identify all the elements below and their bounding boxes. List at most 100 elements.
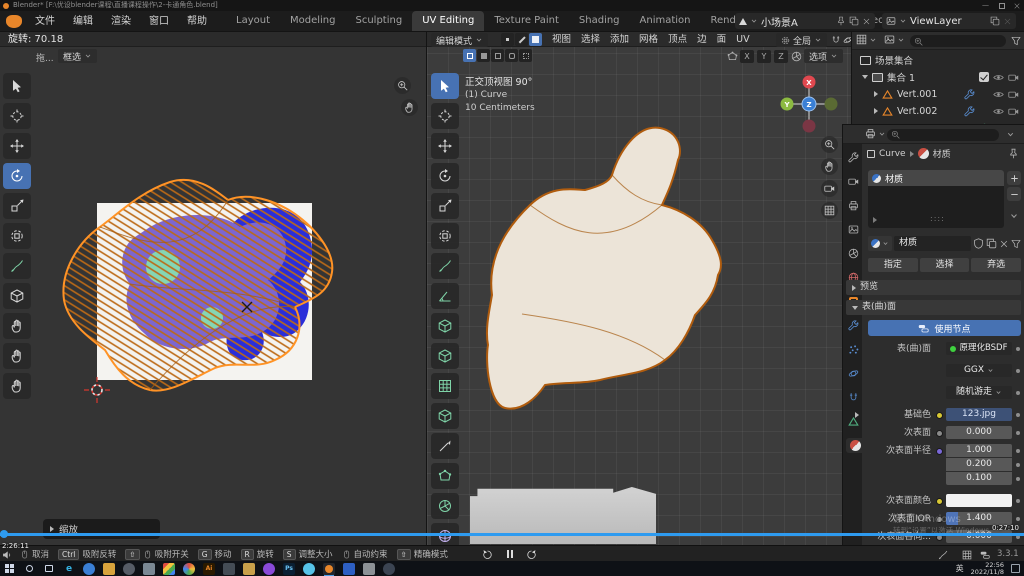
tool-annotate[interactable] bbox=[431, 253, 459, 279]
curve-object[interactable] bbox=[487, 128, 721, 409]
camera-icon[interactable] bbox=[1008, 106, 1019, 117]
menu-uv[interactable]: UV bbox=[731, 32, 754, 47]
animate-dot-icon[interactable] bbox=[1016, 477, 1020, 481]
surface-panel-header[interactable]: 表(曲)面 bbox=[846, 300, 1021, 315]
outliner-filter-mode[interactable] bbox=[884, 34, 905, 45]
pause-icon[interactable] bbox=[507, 550, 513, 558]
tool-inset-faces[interactable] bbox=[431, 373, 459, 399]
select-mode-dropdown[interactable]: 框选 bbox=[58, 49, 97, 63]
chevron-down-icon[interactable] bbox=[1006, 130, 1015, 139]
subsurface-radius-y-slider[interactable]: 0.200 bbox=[946, 458, 1012, 471]
operator-panel[interactable]: 缩放 bbox=[43, 519, 160, 539]
menu-help[interactable]: 帮助 bbox=[178, 11, 216, 32]
tool-scale[interactable] bbox=[3, 193, 31, 219]
menu-render[interactable]: 渲染 bbox=[102, 11, 140, 32]
tab-texture-paint[interactable]: Texture Paint bbox=[484, 11, 569, 31]
edge-select-icon[interactable] bbox=[515, 33, 528, 46]
breadcrumb-tab[interactable]: 材质 bbox=[933, 147, 951, 160]
animate-dot-icon[interactable] bbox=[1016, 499, 1020, 503]
ortho-toggle-button[interactable] bbox=[821, 202, 838, 219]
eye-icon[interactable] bbox=[993, 106, 1004, 117]
tab-modifiers[interactable] bbox=[846, 318, 861, 333]
outliner-row-collection-1[interactable]: 集合 1 bbox=[852, 69, 1024, 85]
assign-button[interactable]: 指定 bbox=[868, 258, 918, 272]
properties-search-input[interactable] bbox=[887, 129, 999, 141]
app-messenger-icon[interactable] bbox=[83, 563, 95, 575]
notification-icon[interactable] bbox=[1011, 564, 1020, 573]
uv-select-face-icon[interactable] bbox=[491, 49, 504, 62]
tab-render[interactable] bbox=[846, 174, 861, 189]
tool-transform[interactable] bbox=[3, 223, 31, 249]
search-icon[interactable] bbox=[23, 563, 35, 575]
tab-sculpting[interactable]: Sculpting bbox=[346, 11, 413, 31]
editor-type-dropdown[interactable] bbox=[865, 128, 886, 139]
falloff-icon[interactable] bbox=[791, 51, 802, 62]
tool-rip-region[interactable] bbox=[3, 283, 31, 309]
tool-extrude-region[interactable] bbox=[431, 343, 459, 369]
remove-layer-icon[interactable] bbox=[1003, 17, 1012, 26]
snap-magnet-icon[interactable] bbox=[831, 35, 841, 45]
tool-annotate[interactable] bbox=[3, 253, 31, 279]
keyboard-icon[interactable] bbox=[962, 550, 972, 560]
orientation-dropdown[interactable]: 全局 bbox=[776, 33, 827, 47]
material-name-field[interactable]: 材质 bbox=[894, 236, 971, 251]
uv-select-vertex-icon[interactable] bbox=[463, 49, 476, 62]
tool-spin[interactable] bbox=[431, 493, 459, 519]
modifier-wrench-icon[interactable] bbox=[964, 89, 975, 100]
outliner-row-scene-collection[interactable]: 场景集合 bbox=[852, 52, 1024, 68]
list-filter-icon[interactable] bbox=[873, 217, 877, 223]
mode-dropdown[interactable]: 编辑模式 bbox=[431, 33, 488, 47]
outliner-search-input[interactable] bbox=[910, 35, 1006, 47]
uv-select-island-icon[interactable] bbox=[505, 49, 518, 62]
volume-icon[interactable] bbox=[2, 550, 12, 560]
tab-modeling[interactable]: Modeling bbox=[280, 11, 346, 31]
collection-checkbox[interactable] bbox=[979, 72, 989, 82]
remove-slot-button[interactable] bbox=[1007, 187, 1021, 201]
fake-user-shield-icon[interactable] bbox=[973, 238, 984, 249]
filter-icon[interactable] bbox=[1011, 36, 1021, 46]
pin-icon[interactable] bbox=[1008, 148, 1019, 159]
animate-dot-icon[interactable] bbox=[1016, 413, 1020, 417]
material-browse-dropdown[interactable] bbox=[868, 236, 892, 251]
tab-tool[interactable] bbox=[846, 150, 861, 165]
cast-icon[interactable] bbox=[980, 550, 990, 560]
menu-view[interactable]: 视图 bbox=[547, 32, 576, 47]
blender-taskbar-icon[interactable] bbox=[323, 563, 335, 575]
subsurface-radius-z-slider[interactable]: 0.100 bbox=[946, 472, 1012, 485]
menu-mesh[interactable]: 网格 bbox=[634, 32, 663, 47]
app-cloud-icon[interactable] bbox=[303, 563, 315, 575]
menu-face[interactable]: 面 bbox=[712, 32, 732, 47]
mirror-y-toggle[interactable]: Y bbox=[757, 50, 771, 63]
base-color-image-field[interactable]: 123.jpg bbox=[946, 408, 1012, 421]
tool-cursor[interactable] bbox=[431, 103, 459, 129]
tab-uv-editing[interactable]: UV Editing bbox=[412, 11, 484, 31]
animate-dot-icon[interactable] bbox=[1016, 391, 1020, 395]
zoom-button[interactable] bbox=[821, 136, 838, 153]
subsurface-slider[interactable]: 0.000 bbox=[946, 426, 1012, 439]
options-dropdown[interactable]: 选项 bbox=[804, 49, 843, 63]
outliner-row-vert-001[interactable]: Vert.001 bbox=[852, 86, 1024, 102]
axis-gizmo[interactable]: X Y Z bbox=[779, 74, 841, 136]
mirror-icon[interactable] bbox=[727, 51, 738, 62]
tab-animation[interactable]: Animation bbox=[630, 11, 701, 31]
proportional-edit-icon[interactable] bbox=[843, 35, 852, 45]
app-media-icon[interactable] bbox=[263, 563, 275, 575]
pin-icon[interactable] bbox=[836, 16, 846, 26]
uv-canvas[interactable] bbox=[0, 32, 427, 545]
tool-add-cube[interactable] bbox=[431, 313, 459, 339]
deselect-button[interactable]: 弃选 bbox=[971, 258, 1021, 272]
view-layer-selector[interactable]: ViewLayer bbox=[882, 13, 1016, 29]
clock[interactable]: 22:56 2022/11/8 bbox=[971, 562, 1004, 576]
close-icon[interactable] bbox=[1013, 2, 1021, 10]
subsurface-color-swatch[interactable] bbox=[946, 494, 1012, 507]
select-button[interactable]: 选择 bbox=[920, 258, 970, 272]
maximize-icon[interactable] bbox=[999, 3, 1005, 9]
menu-vertex[interactable]: 顶点 bbox=[663, 32, 692, 47]
expand-icon[interactable] bbox=[862, 75, 868, 79]
material-slot-row[interactable]: 材质 bbox=[868, 170, 1004, 186]
animate-dot-icon[interactable] bbox=[1016, 431, 1020, 435]
tool-loop-cut[interactable] bbox=[431, 403, 459, 429]
video-progress-bar[interactable] bbox=[0, 533, 1024, 536]
tab-scene[interactable] bbox=[846, 246, 861, 261]
vertex-select-icon[interactable] bbox=[501, 33, 514, 46]
